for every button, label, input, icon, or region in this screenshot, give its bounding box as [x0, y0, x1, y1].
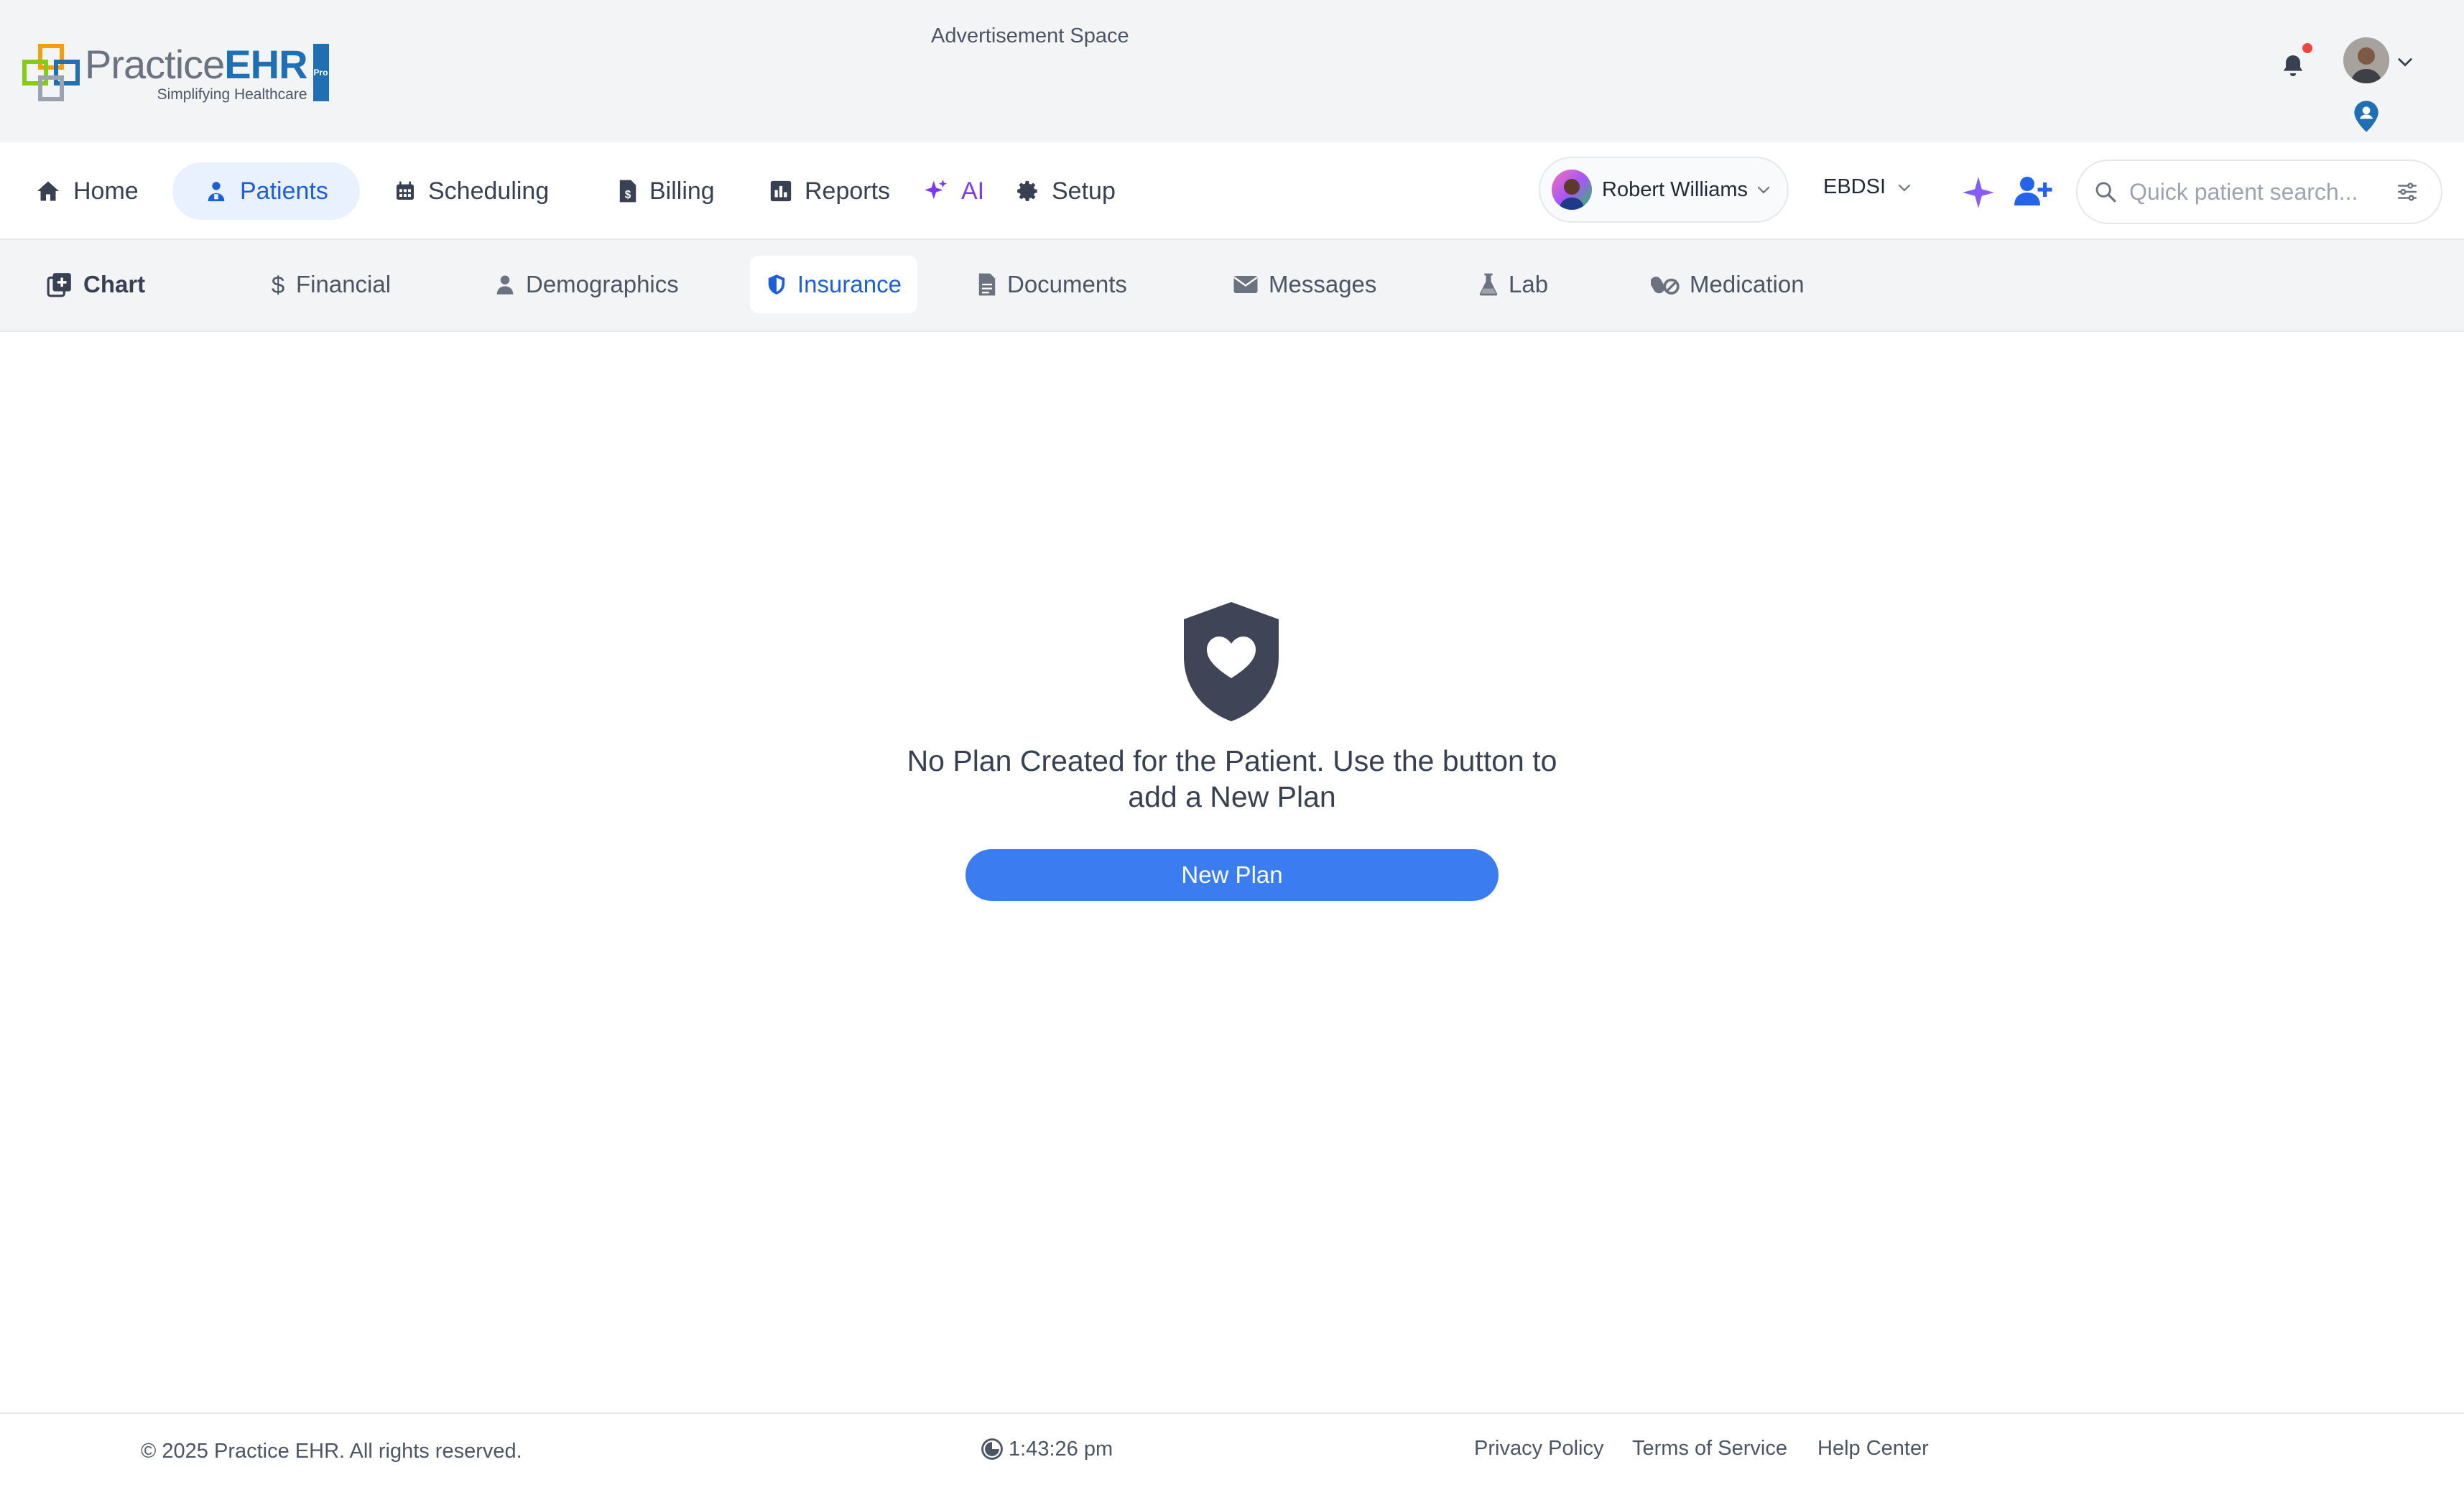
logo-pro-badge: Pro — [312, 44, 329, 101]
footer: © 2025 Practice EHR. All rights reserved… — [0, 1412, 2464, 1490]
filter-sliders-icon[interactable] — [2395, 180, 2419, 204]
search-input[interactable] — [2129, 178, 2395, 205]
nav-scheduling[interactable]: Scheduling — [394, 162, 549, 220]
help-center-link[interactable]: Help Center — [1817, 1437, 1929, 1461]
person-icon — [496, 275, 514, 295]
tab-medication-label: Medication — [1690, 271, 1805, 297]
envelope-icon — [1233, 276, 1258, 293]
facility-name: EBDSI — [1823, 175, 1886, 198]
logo-tagline: Simplifying Healthcare — [157, 86, 307, 103]
ai-assistant-sparkle-icon[interactable] — [1961, 175, 1996, 210]
privacy-policy-link[interactable]: Privacy Policy — [1474, 1437, 1604, 1461]
notification-dot — [2302, 43, 2312, 53]
advertisement-space: Advertisement Space — [931, 24, 1129, 47]
patient-photo-icon — [1559, 179, 1585, 210]
clock-icon — [981, 1438, 1003, 1460]
tab-lab-label: Lab — [1509, 271, 1549, 297]
search-icon — [2095, 182, 2116, 203]
nav-billing[interactable]: $ Billing — [618, 162, 715, 220]
notification-bell-icon[interactable] — [2279, 52, 2307, 80]
patient-name: Robert Williams — [1602, 177, 1749, 201]
tab-demographics[interactable]: Demographics — [478, 256, 695, 313]
footer-time: 1:43:26 pm — [1009, 1437, 1113, 1461]
nav-billing-label: Billing — [649, 177, 715, 205]
user-menu-chevron-icon[interactable] — [2395, 52, 2415, 72]
nav-ai[interactable]: AI — [922, 162, 984, 220]
tab-demographics-label: Demographics — [526, 271, 679, 297]
logo-word-ehr: EHR — [224, 42, 307, 87]
logo-cross-icon — [22, 44, 80, 101]
gear-icon — [1017, 180, 1037, 201]
nav-reports-label: Reports — [805, 177, 891, 205]
tab-messages-label: Messages — [1269, 271, 1377, 297]
nav-home[interactable]: Home — [34, 162, 139, 220]
tab-financial-label: Financial — [296, 271, 392, 297]
document-icon — [978, 273, 996, 296]
user-photo-icon — [2343, 37, 2389, 83]
nav-home-label: Home — [73, 177, 139, 205]
chart-plus-icon — [47, 273, 71, 297]
patient-user-icon — [208, 182, 225, 202]
nav-setup[interactable]: Setup — [1016, 162, 1116, 220]
add-patient-icon[interactable] — [2013, 174, 2053, 208]
tab-chart-label: Chart — [83, 271, 146, 297]
nav-patients[interactable]: Patients — [172, 162, 360, 220]
patient-chevron-down-icon — [1757, 186, 1770, 194]
nav-scheduling-label: Scheduling — [428, 177, 550, 205]
practice-ehr-logo[interactable]: PracticeEHR Simplifying Healthcare Pro — [22, 42, 329, 103]
empty-state-message: No Plan Created for the Patient. Use the… — [862, 743, 1602, 815]
svg-text:$: $ — [272, 272, 284, 297]
tab-insurance[interactable]: Insurance — [750, 256, 917, 313]
dollar-icon: $ — [272, 272, 284, 297]
tab-messages[interactable]: Messages — [1217, 256, 1392, 313]
nav-setup-label: Setup — [1052, 177, 1116, 205]
patient-selector[interactable]: Robert Williams — [1539, 157, 1789, 223]
new-plan-button[interactable]: New Plan — [965, 849, 1499, 901]
logo-word-practice: Practice — [85, 42, 225, 87]
tab-documents-label: Documents — [1007, 271, 1127, 297]
logo-text: PracticeEHR Simplifying Healthcare — [85, 42, 308, 103]
top-header-band: PracticeEHR Simplifying Healthcare Pro A… — [0, 0, 2464, 142]
patient-avatar — [1552, 170, 1592, 210]
bar-chart-icon — [770, 180, 792, 202]
footer-clock: 1:43:26 pm — [980, 1437, 1113, 1461]
tab-medication[interactable]: Medication — [1635, 256, 1820, 313]
footer-copyright: © 2025 Practice EHR. All rights reserved… — [141, 1440, 522, 1463]
invoice-dollar-icon: $ — [619, 180, 636, 203]
home-icon — [37, 181, 59, 201]
pills-icon — [1651, 277, 1680, 295]
tab-lab[interactable]: Lab — [1463, 256, 1564, 313]
main-navigation: Home Patients Scheduling $ Billing Repor… — [0, 142, 2464, 239]
nav-reports[interactable]: Reports — [769, 162, 890, 220]
svg-text:$: $ — [625, 189, 631, 201]
empty-state-line-2: add a New Plan — [1128, 780, 1336, 813]
empty-state-line-1: No Plan Created for the Patient. Use the… — [907, 744, 1557, 777]
shield-heart-icon — [1184, 602, 1279, 721]
ai-sparkle-icon — [925, 180, 948, 200]
user-avatar[interactable] — [2343, 37, 2389, 83]
calendar-icon — [397, 181, 414, 200]
nav-patients-label: Patients — [240, 177, 328, 205]
location-pin-icon[interactable] — [2352, 99, 2381, 134]
terms-of-service-link[interactable]: Terms of Service — [1632, 1437, 1787, 1461]
shield-icon — [768, 274, 785, 295]
patient-subtabs: Chart $ Financial Demographics Insurance… — [0, 239, 2464, 332]
facility-selector[interactable]: EBDSI — [1823, 175, 1913, 199]
facility-chevron-down-icon — [1898, 184, 1911, 192]
flask-icon — [1479, 273, 1498, 296]
tab-insurance-label: Insurance — [797, 271, 902, 297]
nav-ai-label: AI — [961, 177, 985, 205]
tab-chart[interactable]: Chart — [30, 256, 161, 313]
tab-financial[interactable]: $ Financial — [254, 256, 407, 313]
tab-documents[interactable]: Documents — [961, 256, 1143, 313]
quick-patient-search[interactable] — [2076, 159, 2442, 224]
